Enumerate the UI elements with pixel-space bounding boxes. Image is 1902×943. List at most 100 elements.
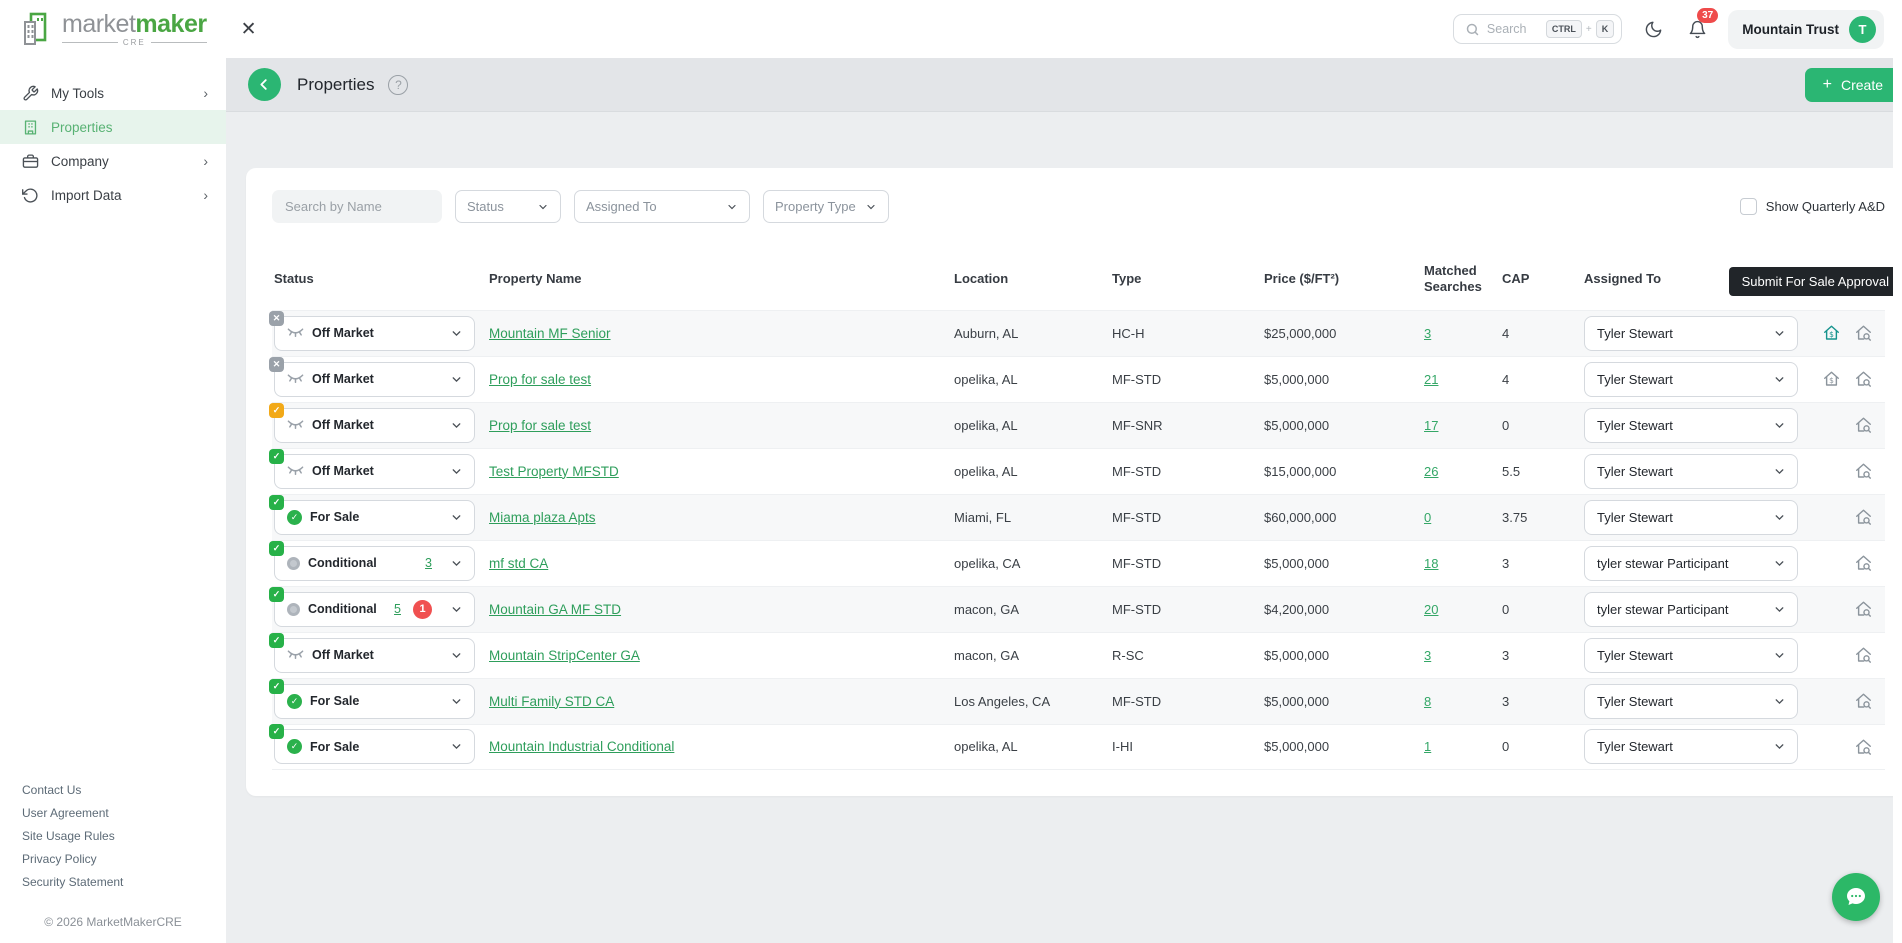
sidebar-item-properties[interactable]: Properties xyxy=(0,110,226,144)
matched-searches-link[interactable]: 21 xyxy=(1424,372,1438,387)
assigned-to-dropdown[interactable]: Tyler Stewart xyxy=(1584,638,1798,673)
status-dropdown[interactable]: ✓✓For Sale xyxy=(274,729,475,764)
status-dropdown[interactable]: ✓Conditional3 xyxy=(274,546,475,581)
matched-search-house-icon[interactable] xyxy=(1854,370,1873,388)
create-button[interactable]: + Create xyxy=(1805,68,1901,102)
assigned-to-dropdown[interactable]: Tyler Stewart xyxy=(1584,500,1798,535)
assigned-to-dropdown[interactable]: tyler stewar Participant xyxy=(1584,546,1798,581)
back-button[interactable] xyxy=(248,68,281,101)
matched-search-house-icon[interactable] xyxy=(1854,324,1873,342)
status-label: Off Market xyxy=(312,464,374,478)
sidebar-item-label: Company xyxy=(51,154,109,169)
property-name-link[interactable]: Mountain Industrial Conditional xyxy=(489,739,674,754)
assigned-to-dropdown[interactable]: tyler stewar Participant xyxy=(1584,592,1798,627)
chat-launcher-button[interactable] xyxy=(1832,873,1880,921)
matched-searches-link[interactable]: 20 xyxy=(1424,602,1438,617)
property-name-link[interactable]: Miama plaza Apts xyxy=(489,510,596,525)
help-icon[interactable]: ? xyxy=(388,75,408,95)
property-name-link[interactable]: Multi Family STD CA xyxy=(489,694,614,709)
matched-searches-link[interactable]: 18 xyxy=(1424,556,1438,571)
status-dropdown[interactable]: ✓Off Market xyxy=(274,408,475,443)
type-text: MF-STD xyxy=(1112,372,1264,387)
submit-for-sale-approval-icon[interactable]: $ xyxy=(1822,324,1841,342)
matched-search-house-icon[interactable] xyxy=(1854,416,1873,434)
matched-search-house-icon[interactable] xyxy=(1854,554,1873,572)
sidebar-item-my-tools[interactable]: My Tools› xyxy=(0,76,226,110)
for-sale-check-icon: ✓ xyxy=(287,739,302,754)
assigned-to-dropdown[interactable]: Tyler Stewart xyxy=(1584,684,1798,719)
property-name-link[interactable]: Mountain GA MF STD xyxy=(489,602,621,617)
matched-searches-link[interactable]: 17 xyxy=(1424,418,1438,433)
global-search-input[interactable] xyxy=(1487,22,1539,36)
property-type-filter-dropdown[interactable]: Property Type xyxy=(763,190,889,223)
matched-searches-link[interactable]: 26 xyxy=(1424,464,1438,479)
matched-searches-link[interactable]: 8 xyxy=(1424,694,1431,709)
table-row: ✕Off MarketMountain MF SeniorAuburn, ALH… xyxy=(272,310,1885,356)
footer-link-privacy-policy[interactable]: Privacy Policy xyxy=(22,852,204,866)
status-dropdown[interactable]: ✓✓For Sale xyxy=(274,500,475,535)
property-name-link[interactable]: Mountain StripCenter GA xyxy=(489,648,640,663)
status-count-link[interactable]: 3 xyxy=(425,556,432,570)
property-name-link[interactable]: Test Property MFSTD xyxy=(489,464,619,479)
property-name-link[interactable]: Prop for sale test xyxy=(489,372,591,387)
matched-search-house-icon[interactable] xyxy=(1854,462,1873,480)
status-dropdown[interactable]: ✓Off Market xyxy=(274,454,475,489)
main-content: Properties ? + Create Status Assigned To xyxy=(226,58,1902,943)
property-name-link[interactable]: Prop for sale test xyxy=(489,418,591,433)
tooltip-submit-for-sale-approval: Submit For Sale Approval xyxy=(1729,267,1902,296)
dark-mode-toggle[interactable] xyxy=(1640,16,1666,42)
search-by-name-input[interactable] xyxy=(272,190,442,223)
matched-search-house-icon[interactable] xyxy=(1854,692,1873,710)
location-text: Auburn, AL xyxy=(954,326,1112,341)
matched-search-house-icon[interactable] xyxy=(1854,600,1873,618)
location-text: opelika, CA xyxy=(954,556,1112,571)
account-menu[interactable]: Mountain Trust T xyxy=(1728,10,1884,49)
type-text: MF-SNR xyxy=(1112,418,1264,433)
close-icon[interactable]: ✕ xyxy=(241,18,257,41)
status-dropdown[interactable]: ✓Conditional51 xyxy=(274,592,475,627)
assigned-to-dropdown[interactable]: Tyler Stewart xyxy=(1584,408,1798,443)
app-logo[interactable]: marketmaker CRE xyxy=(18,10,207,48)
matched-searches-link[interactable]: 1 xyxy=(1424,739,1431,754)
assigned-to-dropdown[interactable]: Tyler Stewart xyxy=(1584,729,1798,764)
scrollbar-gutter[interactable] xyxy=(1893,0,1902,943)
matched-search-house-icon[interactable] xyxy=(1854,738,1873,756)
footer-link-security-statement[interactable]: Security Statement xyxy=(22,875,204,889)
status-dropdown[interactable]: ✕Off Market xyxy=(274,316,475,351)
show-quarterly-checkbox[interactable] xyxy=(1740,198,1757,215)
sidebar-item-import-data[interactable]: Import Data› xyxy=(0,178,226,212)
chevron-down-icon xyxy=(450,327,463,340)
status-dropdown[interactable]: ✓Off Market xyxy=(274,638,475,673)
sidebar-item-company[interactable]: Company› xyxy=(0,144,226,178)
global-search[interactable]: CTRL + K xyxy=(1453,14,1622,44)
price-text: $4,200,000 xyxy=(1264,602,1424,617)
property-name-link[interactable]: mf std CA xyxy=(489,556,548,571)
matched-search-house-icon[interactable] xyxy=(1854,508,1873,526)
matched-searches-link[interactable]: 0 xyxy=(1424,510,1431,525)
assigned-to-dropdown[interactable]: Tyler Stewart xyxy=(1584,454,1798,489)
property-name-link[interactable]: Mountain MF Senior xyxy=(489,326,611,341)
footer-link-user-agreement[interactable]: User Agreement xyxy=(22,806,204,820)
footer-link-contact-us[interactable]: Contact Us xyxy=(22,783,204,797)
off-market-icon xyxy=(287,419,304,431)
matched-search-house-icon[interactable] xyxy=(1854,646,1873,664)
chevron-down-icon xyxy=(450,740,463,753)
table-row: ✕Off MarketProp for sale testopelika, AL… xyxy=(272,356,1885,402)
matched-searches-link[interactable]: 3 xyxy=(1424,648,1431,663)
status-dropdown[interactable]: ✕Off Market xyxy=(274,362,475,397)
status-count-link[interactable]: 5 xyxy=(394,602,401,616)
status-filter-dropdown[interactable]: Status xyxy=(455,190,561,223)
building-icon xyxy=(22,119,39,136)
assigned-to-filter-dropdown[interactable]: Assigned To xyxy=(574,190,750,223)
assigned-to-dropdown[interactable]: Tyler Stewart xyxy=(1584,316,1798,351)
cap-text: 0 xyxy=(1502,418,1584,433)
notifications-button[interactable]: 37 xyxy=(1684,16,1710,42)
assigned-to-dropdown[interactable]: Tyler Stewart xyxy=(1584,362,1798,397)
footer-link-site-usage-rules[interactable]: Site Usage Rules xyxy=(22,829,204,843)
matched-searches-link[interactable]: 3 xyxy=(1424,326,1431,341)
plus-icon: + xyxy=(1823,76,1832,94)
type-text: MF-STD xyxy=(1112,556,1264,571)
submit-for-sale-approval-icon[interactable]: $ xyxy=(1822,370,1841,388)
type-text: MF-STD xyxy=(1112,464,1264,479)
status-dropdown[interactable]: ✓✓For Sale xyxy=(274,684,475,719)
